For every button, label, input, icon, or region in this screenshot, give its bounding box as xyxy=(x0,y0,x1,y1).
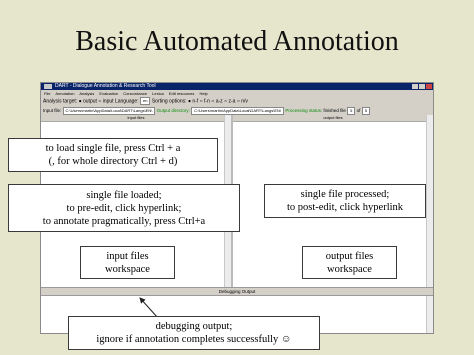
callout-text: workspace xyxy=(327,263,372,275)
callout-text: to annotate pragmatically, press Ctrl+a xyxy=(42,215,206,227)
callout-text: single file processed; xyxy=(300,189,390,200)
callout-arrows xyxy=(139,297,159,319)
callout-text: to pre-edit, click hyperlink; xyxy=(66,202,182,214)
callout-file-processed: single file processed; to post-edit, cli… xyxy=(264,184,426,218)
debug-arrow xyxy=(139,297,159,319)
callout-text: ignore if annotation completes successfu… xyxy=(96,334,292,345)
callout-output-workspace: output files workspace xyxy=(302,246,397,279)
callout-text: (, for whole directory Ctrl + d) xyxy=(48,156,178,167)
callout-text: single file loaded; xyxy=(86,189,162,201)
callout-input-workspace: input files workspace xyxy=(80,246,175,279)
callout-file-loaded: single file loaded; to pre-edit, click h… xyxy=(8,184,240,232)
callout-text: to post-edit, click hyperlink xyxy=(286,202,404,213)
callout-text: output files xyxy=(325,250,374,262)
callout-debug-output: debugging output; ignore if annotation c… xyxy=(68,316,320,350)
callout-text: debugging output; xyxy=(155,321,233,332)
callout-text: workspace xyxy=(105,263,150,275)
callout-text: to load single file, press Ctrl + a xyxy=(45,143,181,154)
callout-text: input files xyxy=(106,250,149,262)
callout-load-file: to load single file, press Ctrl + a (, f… xyxy=(8,138,218,172)
